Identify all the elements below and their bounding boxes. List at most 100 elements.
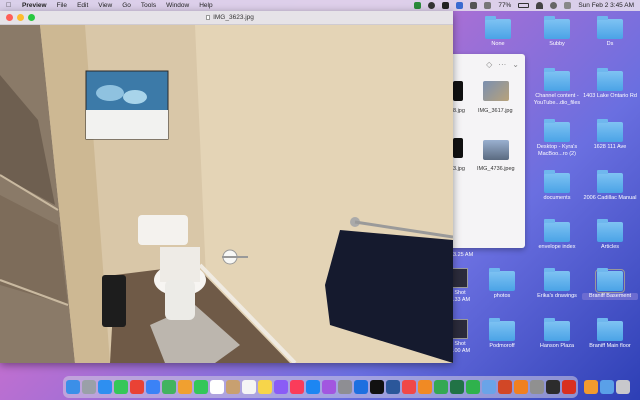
folder-icon bbox=[544, 119, 570, 142]
desktop-folder[interactable]: envelope index bbox=[529, 219, 585, 251]
menu-bar:  Preview File Edit View Go Tools Window… bbox=[0, 0, 640, 11]
tag-icon[interactable]: ◇ bbox=[486, 60, 492, 69]
window-titlebar[interactable]: IMG_3623.jpg bbox=[0, 11, 453, 25]
dock-disk-utility-icon[interactable] bbox=[530, 380, 544, 394]
dock-contacts-icon[interactable] bbox=[226, 380, 240, 394]
image-canvas[interactable] bbox=[0, 25, 453, 363]
status-shield-icon[interactable] bbox=[456, 2, 464, 9]
dock-notes-icon[interactable] bbox=[258, 380, 272, 394]
dock-messenger-icon[interactable] bbox=[274, 380, 288, 394]
status-m-icon[interactable] bbox=[442, 2, 450, 9]
file-thumbnail[interactable] bbox=[483, 81, 509, 101]
minimize-button[interactable] bbox=[17, 14, 24, 21]
folder-icon bbox=[544, 318, 570, 341]
more-icon[interactable]: ··· bbox=[498, 60, 506, 69]
folder-icon bbox=[489, 268, 515, 291]
dock-preview-icon[interactable] bbox=[482, 380, 496, 394]
folder-icon bbox=[597, 170, 623, 193]
folder-icon bbox=[544, 219, 570, 242]
desktop-folder[interactable]: Desktop - Kyra's MacBoo...ro (2) bbox=[529, 119, 585, 158]
dock-app-store-icon[interactable] bbox=[306, 380, 320, 394]
desktop-folder[interactable]: Erika's drawings bbox=[529, 268, 585, 300]
file-thumbnail[interactable] bbox=[483, 140, 509, 160]
desktop-folder[interactable]: Subby bbox=[529, 16, 585, 48]
zoom-button[interactable] bbox=[28, 14, 35, 21]
window-controls bbox=[6, 14, 35, 21]
dock-settings-icon[interactable] bbox=[338, 380, 352, 394]
status-circle-icon[interactable] bbox=[428, 2, 436, 9]
status-display-icon[interactable] bbox=[484, 2, 492, 9]
finder-window[interactable]: ◇ ··· ⌄ 8.jpg IMG_3617.jpg 3.jpg IMG_473… bbox=[447, 54, 525, 248]
dock-launchpad-icon[interactable] bbox=[82, 380, 96, 394]
status-mic-icon[interactable] bbox=[470, 2, 478, 9]
desktop-folder-partial[interactable]: None bbox=[470, 16, 526, 48]
dock-trash-icon[interactable] bbox=[616, 380, 630, 394]
dock-acrobat-icon[interactable] bbox=[562, 380, 576, 394]
folder-icon bbox=[597, 119, 623, 142]
dock-activity-monitor-icon[interactable] bbox=[546, 380, 560, 394]
battery-icon[interactable] bbox=[518, 3, 530, 8]
desktop-folder[interactable]: 1628 111 Ave bbox=[582, 119, 638, 151]
wifi-icon[interactable] bbox=[536, 2, 544, 9]
dock-finder-icon[interactable] bbox=[66, 380, 80, 394]
dock-mail-icon[interactable] bbox=[146, 380, 160, 394]
menu-clock[interactable]: Sun Feb 2 3:45 AM bbox=[578, 2, 634, 9]
close-button[interactable] bbox=[6, 14, 13, 21]
folder-icon bbox=[544, 268, 570, 291]
dock-pages-icon[interactable] bbox=[418, 380, 432, 394]
dock-calendar-icon[interactable] bbox=[210, 380, 224, 394]
dock-word-icon[interactable] bbox=[386, 380, 400, 394]
menu-help[interactable]: Help bbox=[199, 2, 212, 9]
menu-window[interactable]: Window bbox=[166, 2, 189, 9]
dock-keynote-icon[interactable] bbox=[354, 380, 368, 394]
file-label: IMG_4736.jpeg bbox=[477, 166, 515, 172]
dock-facetime-icon[interactable] bbox=[194, 380, 208, 394]
desktop-folder[interactable]: Braniff Main floor bbox=[582, 318, 638, 350]
desktop-folder[interactable]: Articles bbox=[582, 219, 638, 251]
desktop-folder[interactable]: Ds bbox=[582, 16, 638, 48]
dock-excel-icon[interactable] bbox=[450, 380, 464, 394]
desktop-folder[interactable]: 2006 Cadillac Manual bbox=[582, 170, 638, 202]
desktop-folder[interactable]: 1403 Lake Ontario Rd bbox=[582, 68, 638, 100]
dock-downloads-icon[interactable] bbox=[600, 380, 614, 394]
dock-podcasts-icon[interactable] bbox=[322, 380, 336, 394]
folder-icon bbox=[597, 318, 623, 341]
dock-vlc-icon[interactable] bbox=[514, 380, 528, 394]
folder-icon bbox=[485, 16, 511, 39]
desktop-folder[interactable]: photos bbox=[474, 268, 530, 300]
desktop-folder-selected[interactable]: Braniff Basement bbox=[582, 268, 638, 300]
dock-news-icon[interactable] bbox=[402, 380, 416, 394]
dock-books-icon[interactable] bbox=[584, 380, 598, 394]
menu-tools[interactable]: Tools bbox=[141, 2, 156, 9]
file-thumbnail-partial[interactable] bbox=[453, 138, 463, 158]
file-thumbnail-partial[interactable] bbox=[453, 81, 463, 101]
folder-icon bbox=[597, 16, 623, 39]
menu-edit[interactable]: Edit bbox=[77, 2, 88, 9]
dock-maps-icon[interactable] bbox=[162, 380, 176, 394]
desktop-folder[interactable]: Hanson Plaza bbox=[529, 318, 585, 350]
folder-icon bbox=[544, 170, 570, 193]
control-center-icon[interactable] bbox=[564, 2, 572, 9]
apple-menu-icon[interactable]:  bbox=[6, 2, 14, 9]
dock-safari-icon[interactable] bbox=[98, 380, 112, 394]
dock-reminders-icon[interactable] bbox=[242, 380, 256, 394]
menu-app-name[interactable]: Preview bbox=[22, 2, 47, 9]
dock-tv-icon[interactable] bbox=[370, 380, 384, 394]
status-app-icon[interactable] bbox=[414, 2, 422, 9]
menu-view[interactable]: View bbox=[98, 2, 112, 9]
desktop-folder[interactable]: Channel content - YouTube...dio_files bbox=[529, 68, 585, 107]
desktop-folder[interactable]: Podmoroff bbox=[474, 318, 530, 350]
dock-powerpoint-icon[interactable] bbox=[498, 380, 512, 394]
dock-photos-icon[interactable] bbox=[178, 380, 192, 394]
dock-numbers-icon[interactable] bbox=[434, 380, 448, 394]
dock-chrome-icon[interactable] bbox=[130, 380, 144, 394]
dock-music-icon[interactable] bbox=[290, 380, 304, 394]
search-icon[interactable] bbox=[550, 2, 558, 9]
menu-file[interactable]: File bbox=[57, 2, 67, 9]
folder-icon bbox=[597, 68, 623, 91]
chevron-down-icon[interactable]: ⌄ bbox=[512, 60, 519, 69]
dock-messages-icon[interactable] bbox=[114, 380, 128, 394]
dock-facetime-2-icon[interactable] bbox=[466, 380, 480, 394]
desktop-folder[interactable]: documents bbox=[529, 170, 585, 202]
menu-go[interactable]: Go bbox=[122, 2, 131, 9]
